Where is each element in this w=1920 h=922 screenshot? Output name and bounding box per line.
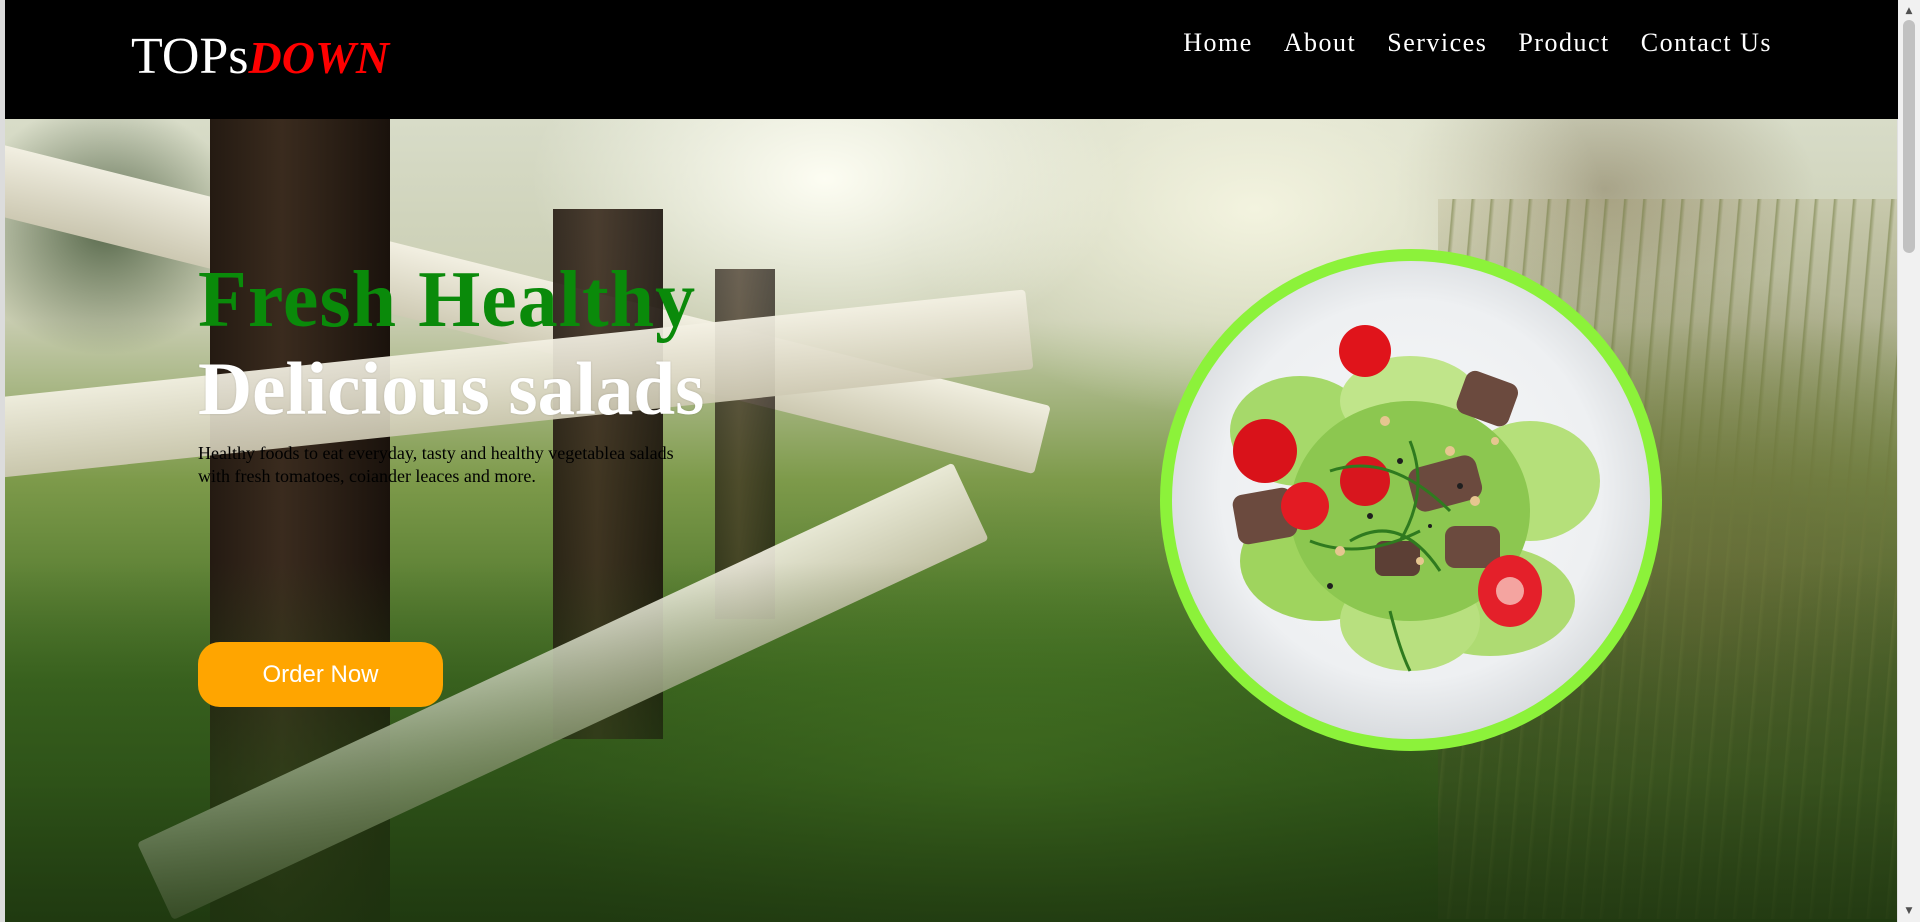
nav-link-about[interactable]: About <box>1284 26 1357 60</box>
salad-image-frame <box>1160 249 1662 751</box>
hero-section: Fresh Healthy Delicious salads Healthy f… <box>5 119 1898 922</box>
hero-description: Healthy foods to eat everyday, tasty and… <box>198 443 674 486</box>
logo-accent-text: DOWN <box>248 32 390 83</box>
logo[interactable]: TOPsDOWN <box>131 26 389 89</box>
scrollbar-thumb[interactable] <box>1903 20 1915 253</box>
nav-link-contact-us[interactable]: Contact Us <box>1641 26 1772 60</box>
navbar: TOPsDOWN Home About Services Product Con… <box>5 0 1898 119</box>
nav-link-services[interactable]: Services <box>1387 26 1487 60</box>
vertical-scrollbar[interactable]: ▲ ▼ <box>1897 0 1920 922</box>
salad-plate <box>1172 261 1650 739</box>
scroll-up-icon[interactable]: ▲ <box>1898 2 1920 20</box>
hero-title: Fresh Healthy <box>198 256 697 344</box>
hero-subtitle: Delicious salads <box>198 348 705 431</box>
order-now-button[interactable]: Order Now <box>198 642 443 707</box>
main-nav: Home About Services Product Contact Us <box>1183 26 1772 60</box>
nav-link-product[interactable]: Product <box>1518 26 1609 60</box>
nav-link-home[interactable]: Home <box>1183 26 1253 60</box>
salad-image <box>1230 325 1600 672</box>
page-viewport: TOPsDOWN Home About Services Product Con… <box>5 0 1898 922</box>
logo-main-text: TOPs <box>131 28 249 85</box>
scroll-down-icon[interactable]: ▼ <box>1898 902 1920 920</box>
hero-text-block: Fresh Healthy Delicious salads Healthy f… <box>198 254 758 707</box>
